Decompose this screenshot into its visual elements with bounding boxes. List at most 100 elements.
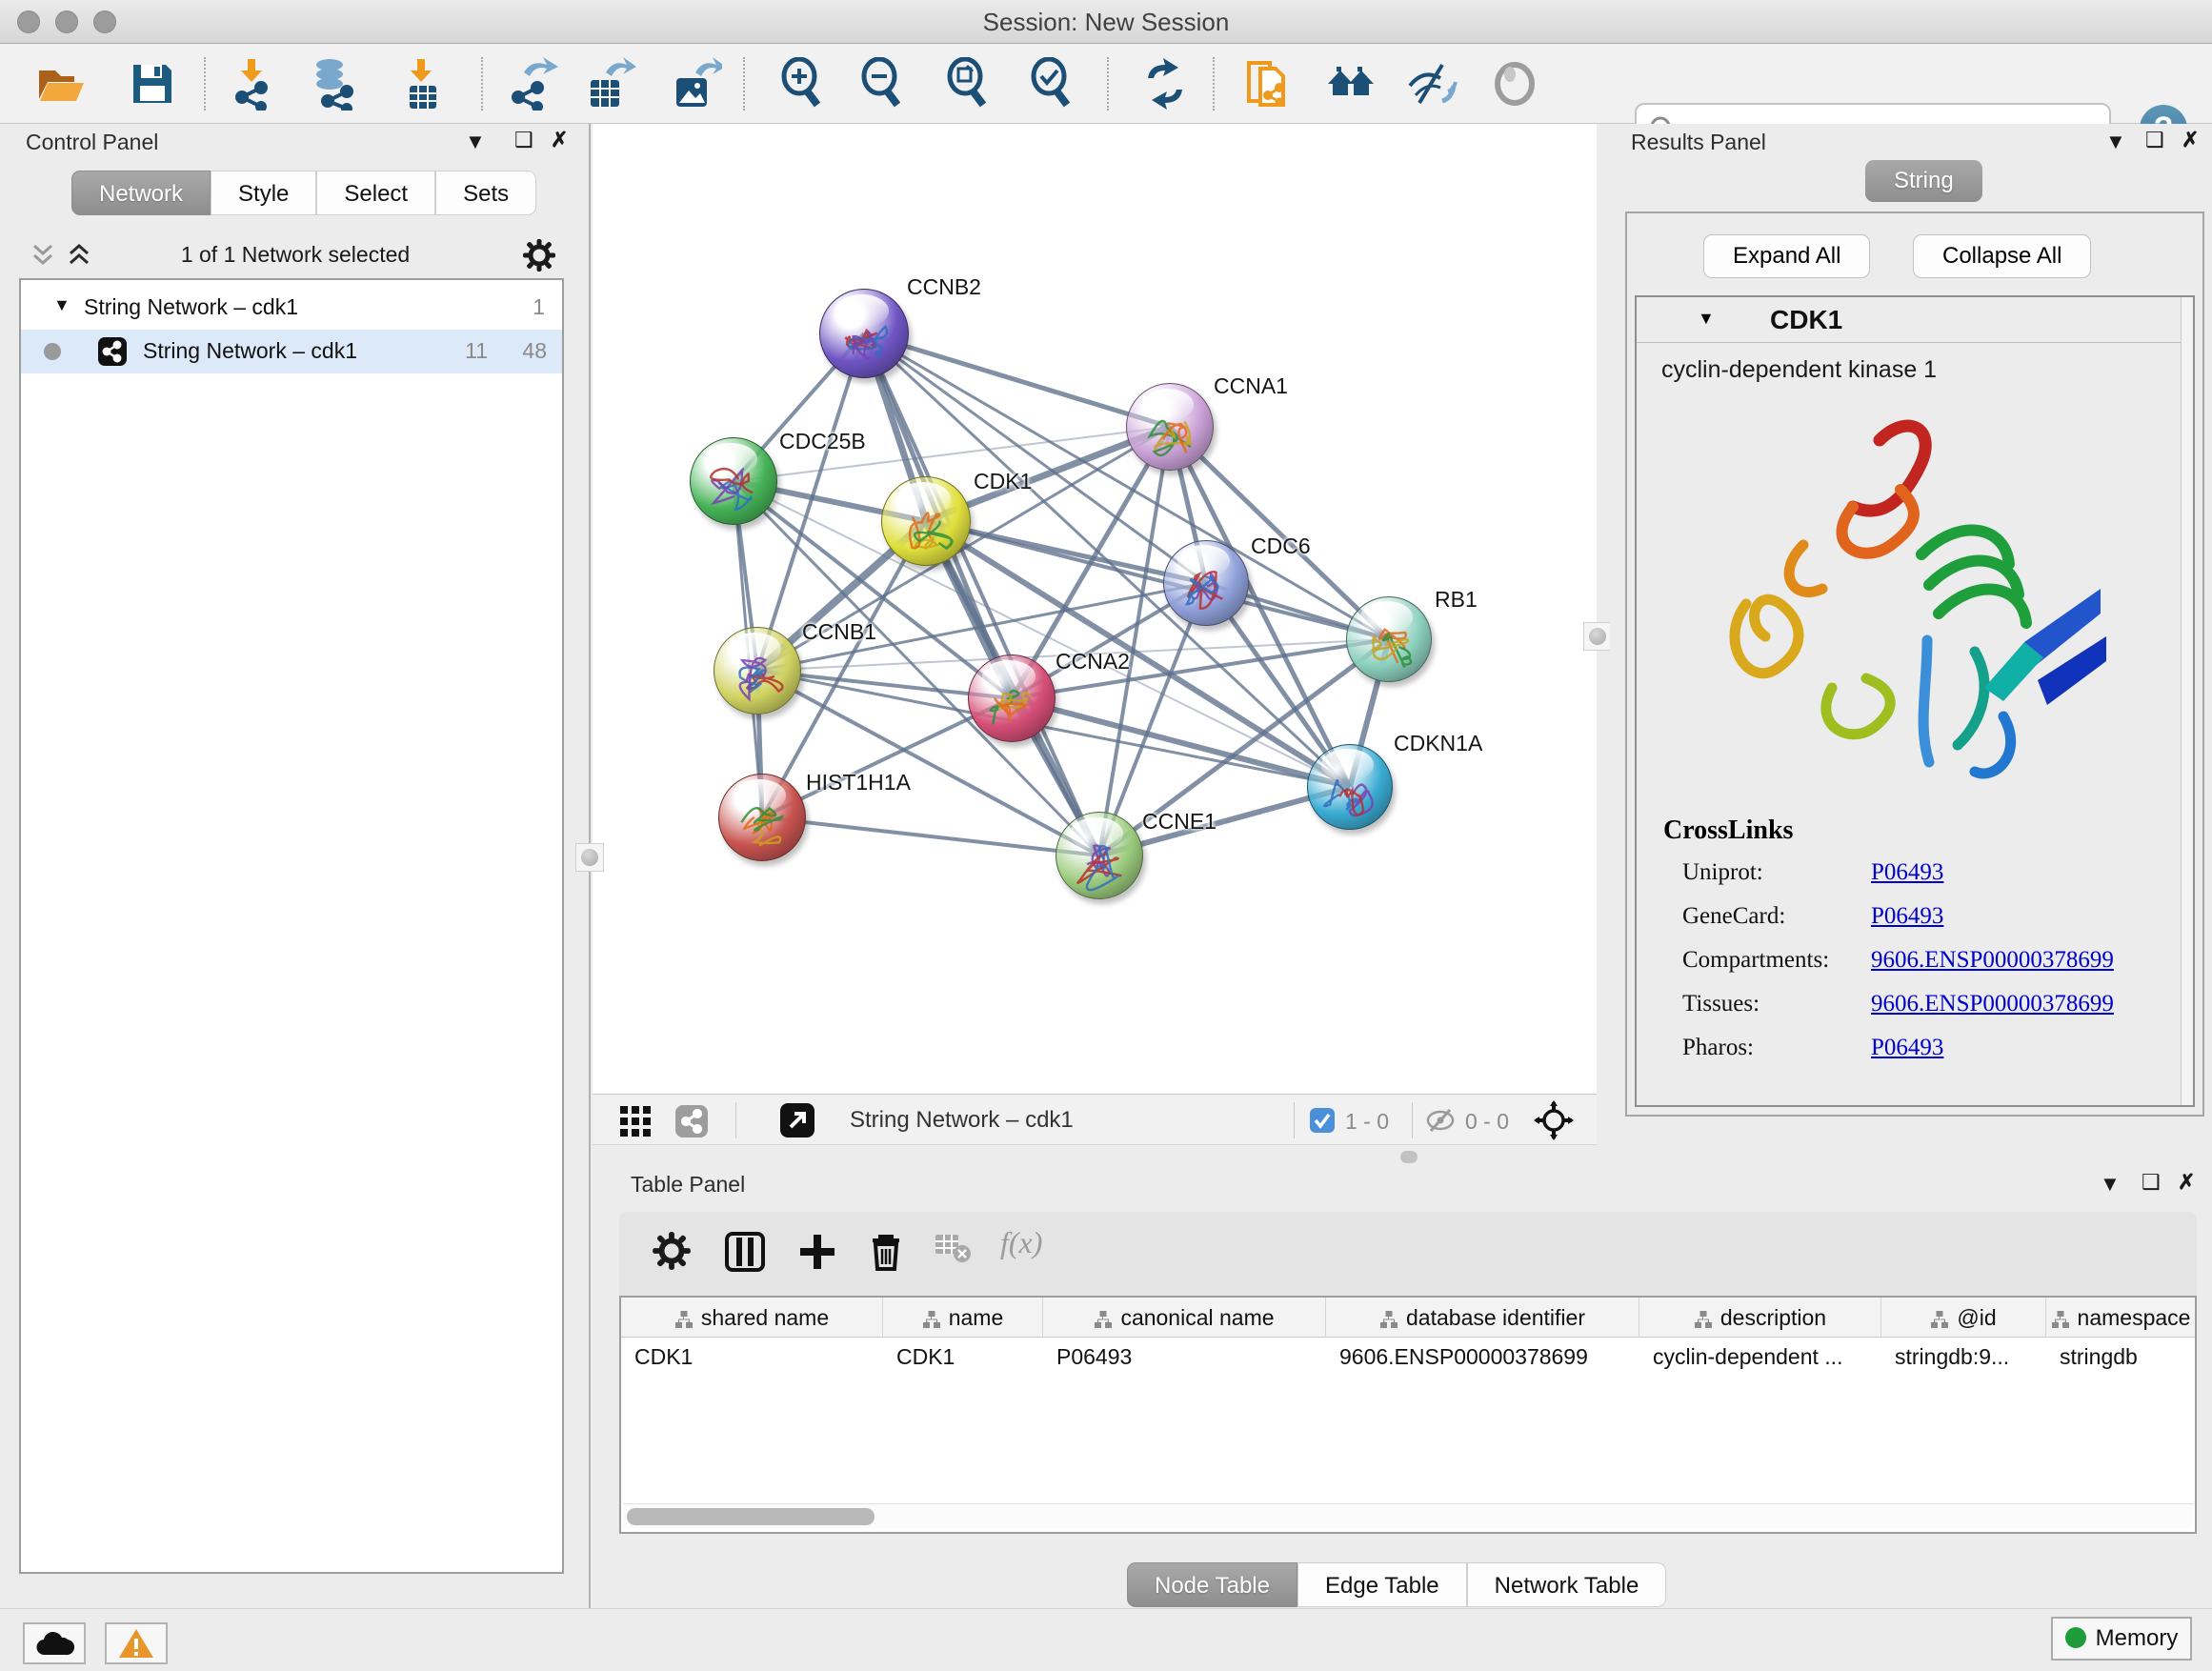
crosslink-link[interactable]: P06493 [1871,1035,1943,1061]
selected-checkbox-icon[interactable] [1309,1107,1336,1134]
table-options-gear-icon[interactable] [652,1231,692,1271]
zoom-out-button[interactable] [855,57,909,111]
grid-view-icon[interactable] [619,1105,652,1137]
home-networks-button[interactable] [1324,57,1377,111]
export-image-button[interactable] [669,57,722,111]
table-panel-title: Table Panel [631,1172,745,1198]
crosslink-link[interactable]: P06493 [1871,859,1943,886]
crosslink-link[interactable]: 9606.ENSP00000378699 [1871,947,2114,974]
import-network-file-button[interactable] [227,57,280,111]
column-header[interactable]: description [1639,1298,1881,1338]
network-node-cdc25b[interactable] [690,437,777,525]
function-builder-icon[interactable]: f(x) [1000,1225,1042,1260]
network-node-ccnb1[interactable] [714,627,801,715]
tab-network[interactable]: Network [71,171,211,215]
show-eye-button[interactable] [1488,57,1541,111]
open-in-window-icon[interactable] [779,1102,815,1138]
zoom-in-button[interactable] [775,57,829,111]
zoom-selected-button[interactable] [1025,57,1078,111]
network-node-cdkn1a[interactable] [1307,744,1393,830]
table-panel-float-icon[interactable]: ❑ [2142,1170,2161,1195]
control-panel-float-icon[interactable]: ❑ [514,128,533,152]
export-table-button[interactable] [583,57,636,111]
hide-eye-button[interactable] [1404,57,1458,111]
network-node-ccna1[interactable] [1126,383,1214,471]
cloud-icon [33,1628,75,1659]
network-canvas[interactable]: CCNB2CCNA1CDC25BCDK1CDC6RB1CCNB1CCNA2CDK… [593,124,1597,1094]
collapse-triangle-icon[interactable]: ▼ [1698,309,1715,329]
tab-style[interactable]: Style [211,171,316,215]
gene-description: cyclin-dependent kinase 1 [1661,356,1937,384]
right-splitter-handle[interactable] [1583,622,1612,651]
import-table-file-button[interactable] [396,57,450,111]
table-cell[interactable]: P06493 [1043,1338,1326,1378]
tab-select[interactable]: Select [316,171,435,215]
results-scrollbar[interactable] [2181,297,2193,1105]
network-row-selected[interactable]: String Network – cdk1 11 48 [21,330,562,373]
gene-name: CDK1 [1770,305,1842,335]
tab-string[interactable]: String [1865,160,1982,202]
column-header[interactable]: @id [1881,1298,2046,1338]
table-cell[interactable]: stringdb [2046,1338,2195,1378]
tab-edge-table[interactable]: Edge Table [1297,1562,1467,1607]
import-network-database-button[interactable] [307,57,360,111]
hidden-eye-icon[interactable] [1425,1107,1456,1134]
crosslink-link[interactable]: P06493 [1871,903,1943,930]
control-panel-close-icon[interactable]: ✗ [551,128,568,152]
warning-status-button[interactable] [105,1622,168,1664]
collapse-triangle-icon[interactable]: ▼ [53,295,70,315]
left-splitter-handle[interactable] [575,843,604,872]
table-cell[interactable]: cyclin-dependent ... [1639,1338,1881,1378]
scrollbar-thumb[interactable] [627,1508,875,1525]
network-node-hist1h1a[interactable] [718,774,806,861]
add-column-icon[interactable] [796,1231,838,1273]
tab-network-table[interactable]: Network Table [1467,1562,1667,1607]
node-label-ccna1: CCNA1 [1214,373,1288,399]
table-cell[interactable]: CDK1 [883,1338,1043,1378]
delete-table-icon[interactable] [934,1231,972,1265]
table-cell[interactable]: CDK1 [621,1338,883,1378]
tab-sets[interactable]: Sets [435,171,536,215]
tab-node-table[interactable]: Node Table [1127,1562,1297,1607]
splitter-grip[interactable] [1400,1151,1418,1163]
network-collection-row[interactable]: ▼ String Network – cdk1 1 [21,286,562,330]
network-node-rb1[interactable] [1346,596,1432,682]
table-cell[interactable]: 9606.ENSP00000378699 [1326,1338,1639,1378]
zoom-fit-button[interactable] [941,57,995,111]
collapse-all-button[interactable]: Collapse All [1913,234,2091,278]
refresh-button[interactable] [1138,57,1192,111]
network-node-ccne1[interactable] [1056,812,1143,899]
results-panel-close-icon[interactable]: ✗ [2182,128,2199,152]
network-node-cdk1[interactable] [881,476,971,566]
column-header[interactable]: shared name [621,1298,883,1338]
crosslink-link[interactable]: 9606.ENSP00000378699 [1871,991,2114,1017]
network-options-gear-icon[interactable] [522,238,556,272]
results-panel-menu-icon[interactable]: ▼ [2105,130,2126,154]
string-documents-button[interactable] [1241,57,1295,111]
export-network-button[interactable] [505,57,558,111]
table-panel-close-icon[interactable]: ✗ [2178,1170,2195,1195]
control-panel-menu-icon[interactable]: ▼ [465,130,486,154]
birdseye-crosshair-icon[interactable] [1534,1100,1574,1140]
cloud-status-button[interactable] [23,1622,86,1664]
network-node-ccna2[interactable] [968,654,1056,742]
column-header[interactable]: canonical name [1043,1298,1326,1338]
open-session-button[interactable] [34,57,88,111]
table-panel-menu-icon[interactable]: ▼ [2100,1172,2121,1197]
column-header[interactable]: namespace [2046,1298,2195,1338]
gene-header[interactable]: ▼ CDK1 [1637,297,2193,343]
network-view-icon[interactable] [674,1104,709,1138]
node-label-ccna2: CCNA2 [1056,649,1130,674]
table-cell[interactable]: stringdb:9... [1881,1338,2046,1378]
memory-button[interactable]: Memory [2051,1617,2192,1661]
network-node-cdc6[interactable] [1163,540,1249,626]
network-node-ccnb2[interactable] [819,289,909,378]
column-header[interactable]: database identifier [1326,1298,1639,1338]
save-session-button[interactable] [126,57,179,111]
show-columns-icon[interactable] [724,1231,766,1273]
results-panel-float-icon[interactable]: ❑ [2145,128,2164,152]
column-header[interactable]: name [883,1298,1043,1338]
expand-all-button[interactable]: Expand All [1703,234,1870,278]
delete-column-icon[interactable] [865,1231,907,1273]
table-horizontal-scrollbar[interactable] [623,1503,2193,1528]
